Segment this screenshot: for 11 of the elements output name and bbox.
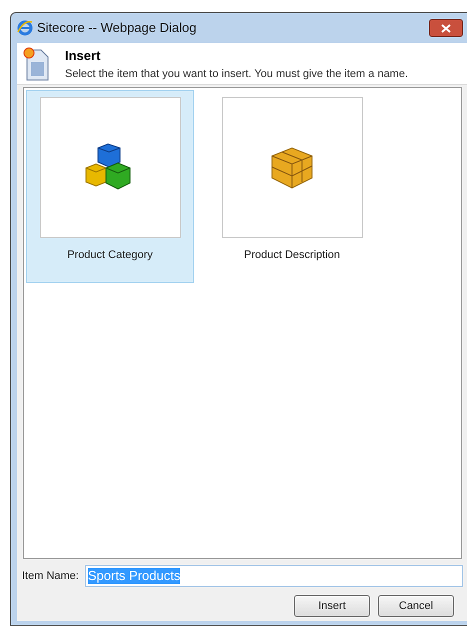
browser-logo-icon xyxy=(17,20,33,36)
dialog-button[interactable]: Cancel xyxy=(378,595,454,617)
close-icon xyxy=(441,24,451,32)
window-title: Sitecore -- Webpage Dialog xyxy=(37,19,196,38)
close-button[interactable] xyxy=(429,19,463,37)
dialog-button[interactable]: Insert xyxy=(294,595,370,617)
document-star-icon xyxy=(23,46,51,82)
template-tile[interactable]: Product Category xyxy=(26,90,194,283)
dialog-heading: Insert xyxy=(65,47,102,65)
item-name-label: Item Name: xyxy=(22,568,79,584)
dialog-description: Select the item that you want to insert. You must give the item a name. xyxy=(65,66,408,82)
